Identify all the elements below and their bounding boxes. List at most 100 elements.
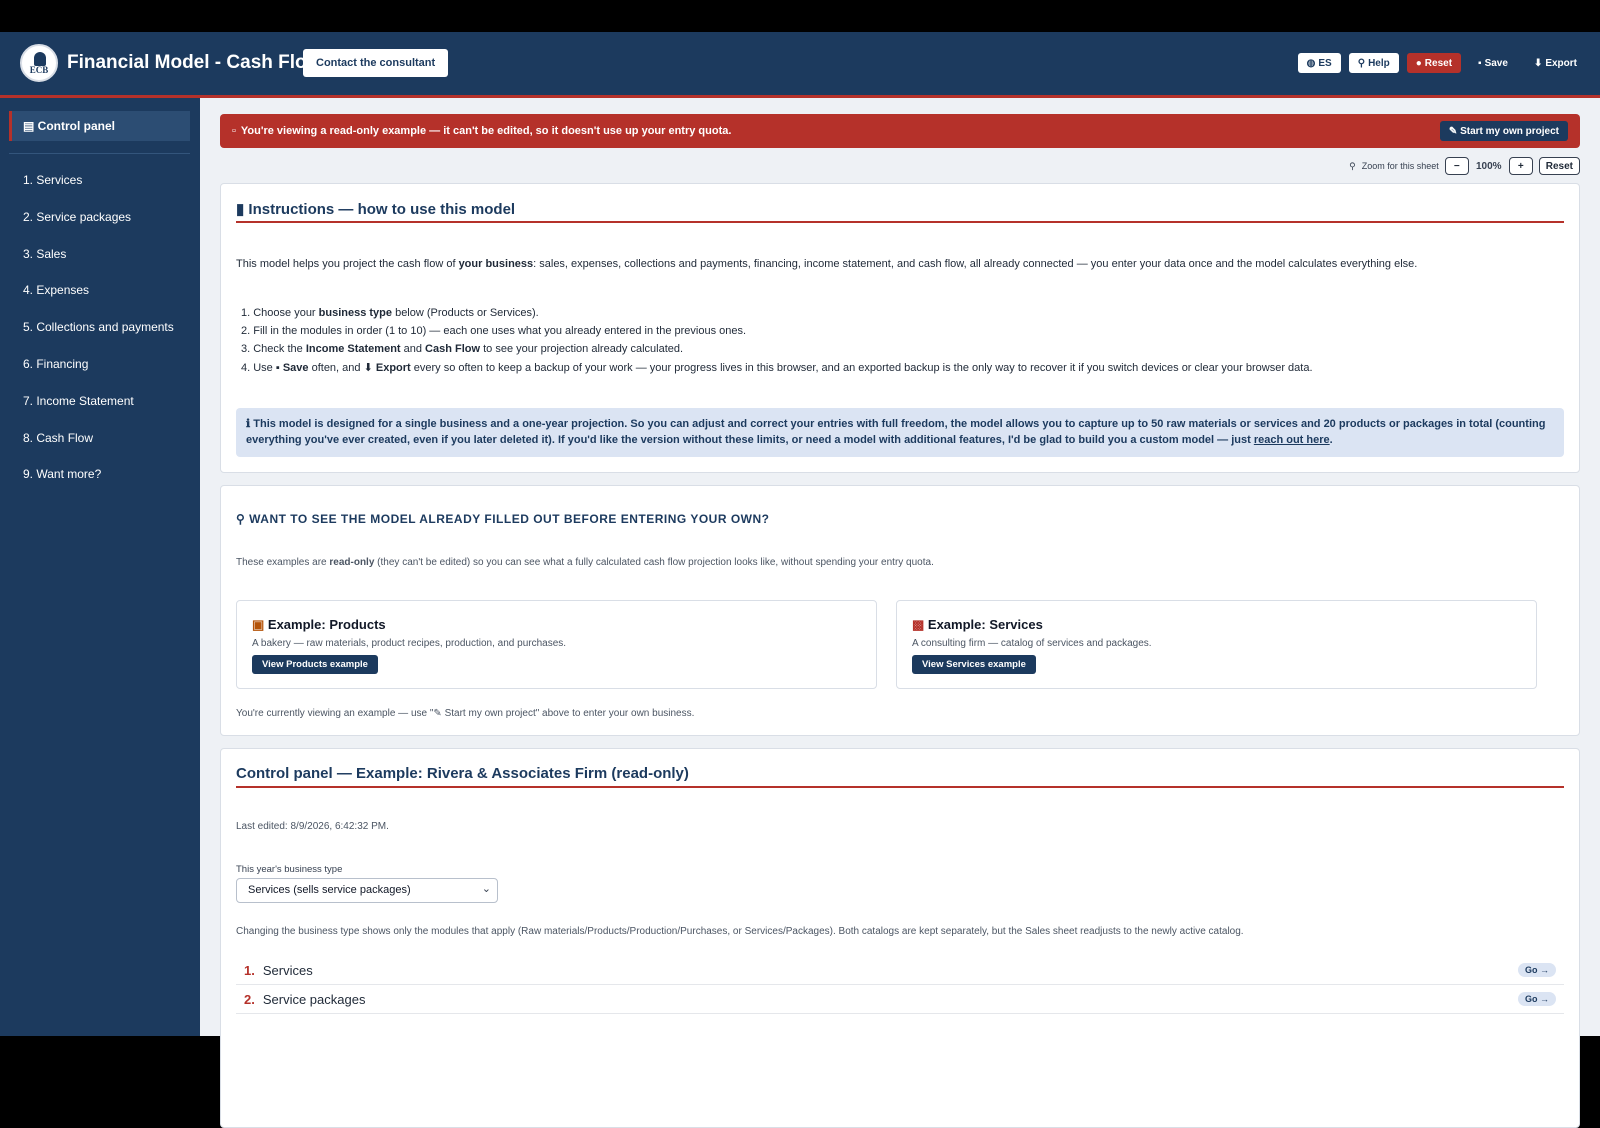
floppy-small-icon: ▪ (275, 362, 283, 374)
examples-desc-1: These examples are (236, 557, 330, 568)
business-type-select[interactable]: Services (sells service packages) ⌄ (236, 878, 498, 903)
zoom-in-button[interactable]: + (1508, 157, 1533, 175)
module-go-button[interactable]: Go → (1518, 963, 1556, 977)
products-example-desc: A bakery — raw materials, product recipe… (252, 638, 567, 649)
brand-logo: ECB (20, 44, 58, 82)
header-actions: ◍ ES ⚲ Help ● Reset ▪ Save ⬇ Export (1297, 53, 1586, 73)
sidebar-item-income-statement[interactable]: 7. Income Statement (23, 394, 174, 431)
module-row: 2. Service packages Go → (236, 985, 1564, 1014)
help-button[interactable]: ⚲ Help (1348, 53, 1399, 73)
app-header: ECB Financial Model - Cash Flow Contact … (0, 32, 1600, 98)
zoom-magnifier-icon: ⚲ (1349, 160, 1356, 171)
sidebar-item-financing[interactable]: 6. Financing (23, 357, 174, 394)
module-label: Service packages (262, 991, 366, 1007)
step-1: 1. Choose your business type below (Prod… (241, 307, 1313, 325)
products-title-text: Example: Products (267, 617, 386, 632)
services-example-title: ▩ Example: Services (912, 617, 1043, 633)
book-icon: ▮ (236, 201, 249, 218)
products-example-card: ▣ Example: Products A bakery — raw mater… (236, 600, 877, 689)
business-type-value: Services (sells service packages) (248, 884, 411, 896)
step-4-d: Export (375, 362, 411, 374)
sidebar-item-collections[interactable]: 5. Collections and payments (23, 320, 174, 357)
box-icon: ▣ (252, 617, 268, 632)
sidebar-divider (9, 153, 190, 154)
step-3-e: to see your projection already calculate… (480, 343, 684, 355)
pencil-icon: ✎ (1448, 125, 1461, 137)
instructions-card: ▮ Instructions — how to use this model T… (220, 183, 1580, 473)
download-small-icon: ⬇ (363, 362, 376, 374)
globe-icon: ◍ (1306, 57, 1316, 69)
reset-icon: ● (1415, 57, 1422, 69)
save-button[interactable]: ▪ Save (1469, 53, 1517, 73)
zoom-label: Zoom for this sheet (1361, 161, 1439, 171)
logo-text: ECB (29, 65, 49, 75)
reset-label: Reset (1424, 57, 1453, 69)
step-1-a: 1. Choose your (241, 307, 319, 319)
control-panel-title: Control panel — Example: Rivera & Associ… (236, 765, 689, 782)
top-black-bar (0, 0, 1600, 32)
pencil-small-icon: ✎ (433, 708, 442, 719)
sidebar-nav: 1. Services 2. Service packages 3. Sales… (23, 173, 174, 504)
app-title: Financial Model - Cash Flow (67, 52, 322, 73)
start-own-project-button[interactable]: ✎ Start my own project (1439, 121, 1568, 141)
app-window: ECB Financial Model - Cash Flow Contact … (0, 32, 1600, 1128)
sidebar-item-service-packages[interactable]: 2. Service packages (23, 210, 174, 247)
contact-consultant-button[interactable]: Contact the consultant (303, 49, 449, 77)
instructions-intro: This model helps you project the cash fl… (236, 258, 1417, 270)
export-label: Export (1545, 57, 1577, 69)
business-type-label: This year's business type (236, 864, 343, 875)
export-button[interactable]: ⬇ Export (1525, 53, 1586, 73)
language-button[interactable]: ◍ ES (1297, 53, 1341, 73)
chevron-down-icon: ⌄ (481, 883, 491, 895)
examples-title: ⚲ WANT TO SEE THE MODEL ALREADY FILLED O… (236, 512, 769, 526)
logo-figure-icon (34, 52, 46, 66)
zoom-value: 100% (1475, 160, 1502, 172)
sidebar-item-services[interactable]: 1. Services (23, 173, 174, 210)
sidebar-item-sales[interactable]: 3. Sales (23, 247, 174, 284)
sidebar: ▤ Control panel 1. Services 2. Service p… (0, 98, 200, 1036)
step-2: 2. Fill in the modules in order (1 to 10… (241, 325, 747, 337)
clipboard-icon: ▤ (23, 119, 38, 133)
step-3-b: Income Statement (305, 343, 401, 355)
floppy-icon: ▪ (1478, 57, 1482, 69)
module-number: 2. (244, 991, 255, 1007)
step-3-a: 3. Check the (241, 343, 306, 355)
save-label: Save (1484, 57, 1508, 69)
step-1-b: business type (318, 307, 393, 319)
sidebar-item-control-panel[interactable]: ▤ Control panel (9, 111, 190, 141)
read-only-text: You're viewing a read-only example — it … (240, 125, 732, 137)
control-panel-card: Control panel — Example: Rivera & Associ… (220, 748, 1580, 1128)
last-edited: Last edited: 8/9/2026, 6:42:32 PM. (236, 821, 389, 832)
instructions-divider (236, 221, 1564, 223)
sidebar-item-cash-flow[interactable]: 8. Cash Flow (23, 431, 174, 468)
info-text: This model is designed for a single busi… (246, 418, 1546, 446)
view-products-example-button[interactable]: View Products example (252, 655, 378, 674)
step-3-c: and (400, 343, 426, 355)
step-3-d: Cash Flow (425, 343, 481, 355)
reset-button[interactable]: ● Reset (1406, 53, 1462, 73)
step-4-e: every so often to keep a backup of your … (410, 362, 1313, 374)
module-number: 1. (244, 962, 255, 978)
language-label: ES (1318, 57, 1332, 69)
main-content: ▫ You're viewing a read-only example — i… (200, 98, 1600, 1128)
sidebar-item-expenses[interactable]: 4. Expenses (23, 283, 174, 320)
help-label: Help (1368, 57, 1390, 69)
view-services-example-button[interactable]: View Services example (912, 655, 1036, 674)
step-4-b: Save (282, 362, 309, 374)
zoom-controls: ⚲ Zoom for this sheet − 100% + Reset (1349, 157, 1580, 175)
example-note-2: Start my own project" above to enter you… (441, 708, 695, 719)
sidebar-item-want-more[interactable]: 9. Want more? (23, 467, 174, 504)
zoom-out-button[interactable]: − (1444, 157, 1469, 175)
intro-bold: your business (458, 258, 534, 270)
products-example-title: ▣ Example: Products (252, 617, 386, 633)
example-note: You're currently viewing an example — us… (236, 708, 694, 719)
reach-out-link[interactable]: reach out here (1254, 434, 1330, 446)
module-go-button[interactable]: Go → (1518, 992, 1556, 1006)
step-1-c: below (Products or Services). (392, 307, 539, 319)
lock-icon: ▫ (232, 125, 236, 137)
zoom-reset-button[interactable]: Reset (1538, 157, 1580, 175)
step-4-c: often, and (308, 362, 364, 374)
services-example-card: ▩ Example: Services A consulting firm — … (896, 600, 1537, 689)
download-icon: ⬇ (1533, 57, 1543, 69)
examples-desc-bold: read-only (329, 557, 375, 568)
